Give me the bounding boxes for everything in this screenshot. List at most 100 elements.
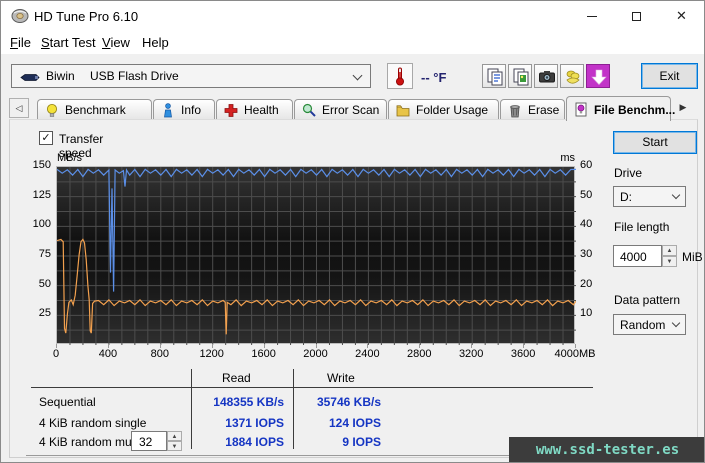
menu-file[interactable]: File (10, 35, 31, 50)
file-length-value: 4000 (620, 250, 647, 264)
maximize-button[interactable] (614, 1, 659, 31)
health-cross-icon (224, 104, 238, 117)
axis-tick-label: 30 (580, 248, 593, 260)
read-column-header: Read (222, 371, 251, 385)
tab-folder-usage[interactable]: Folder Usage (388, 99, 499, 120)
y-axis-left-title: MB/s (57, 152, 83, 164)
data-pattern-dropdown[interactable]: Random (613, 314, 686, 335)
row-label-random-multi: 4 KiB random multi (39, 435, 141, 449)
tab-label: Error Scan (322, 103, 380, 117)
table-header-divider (31, 387, 593, 388)
axis-tick-label: 20 (580, 277, 593, 290)
file-length-spinner: ▲ ▼ (662, 245, 677, 267)
write-column-header: Write (327, 371, 355, 385)
axis-tick-mark (367, 344, 369, 348)
drive-label: Drive (614, 166, 643, 180)
app-disk-icon (11, 9, 29, 23)
toolbar: Biwin USB Flash Drive -- °F Exit (1, 54, 704, 95)
tab-erase[interactable]: Erase (500, 99, 565, 120)
usb-drive-icon (20, 74, 40, 81)
tab-file-benchmark[interactable]: File Benchm... (566, 96, 675, 121)
hd-tune-window: HD Tune Pro 6.10 ✕ File Start Test View … (0, 0, 705, 463)
axis-tick-mark (263, 344, 265, 348)
copy-text-icon (487, 68, 503, 86)
tab-scroll-left-button[interactable]: ◁ (9, 98, 29, 118)
magnifier-icon (302, 103, 316, 117)
axis-tick-mark (211, 344, 213, 348)
tab-label: Info (181, 103, 202, 117)
random-multi-read-value: 1884 IOPS (225, 435, 284, 449)
axis-tick-label: 25 (38, 307, 51, 320)
donate-hand-icon (566, 70, 580, 84)
thermometer-icon (395, 67, 404, 86)
save-download-icon (591, 69, 607, 85)
drive-dropdown[interactable]: D: (613, 186, 686, 207)
file-length-input[interactable]: 4000 (613, 245, 662, 267)
tab-scroll-right-button[interactable]: ▶ (673, 98, 693, 118)
axis-tick-label: 100 (32, 218, 51, 231)
axis-tick-mark (159, 344, 161, 348)
watermark-banner: www.ssd-tester.es (509, 437, 704, 462)
start-button[interactable]: Start (613, 131, 697, 154)
minimize-button[interactable] (569, 1, 614, 31)
axis-tick-label: 60 (580, 159, 593, 171)
device-vendor: Biwin (46, 69, 75, 83)
transfer-speed-chart: MB/s ms 150 125 100 75 50 25 60 50 40 30 20 10 0 40… (1, 151, 601, 363)
chart-plot-area (56, 166, 576, 345)
save-results-button[interactable] (586, 64, 610, 88)
tab-benchmark[interactable]: Benchmark (37, 99, 152, 120)
chevron-down-icon (352, 70, 363, 81)
axis-tick-mark (56, 344, 57, 348)
close-button[interactable]: ✕ (659, 1, 704, 31)
spin-down-button[interactable]: ▼ (662, 256, 677, 267)
row-label-sequential: Sequential (39, 395, 96, 409)
axis-tick-label: 150 (32, 159, 51, 171)
title-bar: HD Tune Pro 6.10 ✕ (1, 1, 704, 31)
copy-image-button[interactable] (508, 64, 532, 88)
axis-tick-mark (575, 344, 576, 348)
tab-label: Erase (528, 103, 560, 117)
file-length-unit: MiB (682, 250, 703, 264)
tab-label: Folder Usage (416, 103, 489, 117)
tab-health[interactable]: Health (216, 99, 293, 120)
menu-help[interactable]: Help (142, 35, 169, 50)
axis-tick-mark (523, 344, 525, 348)
folder-icon (396, 105, 410, 117)
file-lightbulb-icon (575, 102, 587, 117)
window-title: HD Tune Pro 6.10 (34, 9, 139, 24)
lightbulb-icon (46, 103, 58, 117)
copy-text-button[interactable] (482, 64, 506, 88)
random-single-write-value: 124 IOPS (328, 416, 381, 430)
drive-value: D: (620, 190, 632, 204)
axis-tick-label: 75 (38, 248, 51, 260)
tab-label: Health (244, 103, 279, 117)
tab-error-scan[interactable]: Error Scan (294, 99, 387, 120)
table-bottom-divider (26, 455, 593, 456)
spin-up-button[interactable]: ▲ (662, 245, 677, 256)
screenshot-button[interactable] (534, 64, 558, 88)
axis-tick-label: 125 (32, 188, 51, 201)
axis-tick-label: 50 (38, 277, 51, 290)
donate-button[interactable] (560, 64, 584, 88)
tab-info[interactable]: Info (153, 99, 215, 120)
tab-label: Benchmark (65, 103, 126, 117)
y-axis-right-title: ms (560, 152, 575, 164)
queue-depth-input[interactable]: 32 (131, 431, 167, 451)
axis-tick-mark (107, 344, 109, 348)
row-label-random-single: 4 KiB random single (39, 416, 147, 430)
maximize-icon (632, 12, 641, 22)
menu-start-test[interactable]: Start Test (41, 35, 96, 50)
info-icon (164, 103, 172, 118)
chevron-down-icon (671, 190, 681, 200)
transfer-speed-checkbox[interactable]: ✓ (39, 131, 53, 145)
menu-view[interactable]: View (102, 35, 130, 50)
temperature-button[interactable] (387, 63, 413, 89)
random-single-read-value: 1371 IOPS (225, 416, 284, 430)
chevron-down-icon (671, 318, 681, 328)
drive-select-dropdown[interactable]: Biwin USB Flash Drive (11, 64, 371, 88)
exit-button[interactable]: Exit (641, 63, 698, 89)
camera-icon (539, 71, 555, 83)
data-pattern-value: Random (620, 318, 666, 332)
device-name: USB Flash Drive (90, 69, 179, 83)
axis-tick-label: 10 (580, 307, 593, 320)
